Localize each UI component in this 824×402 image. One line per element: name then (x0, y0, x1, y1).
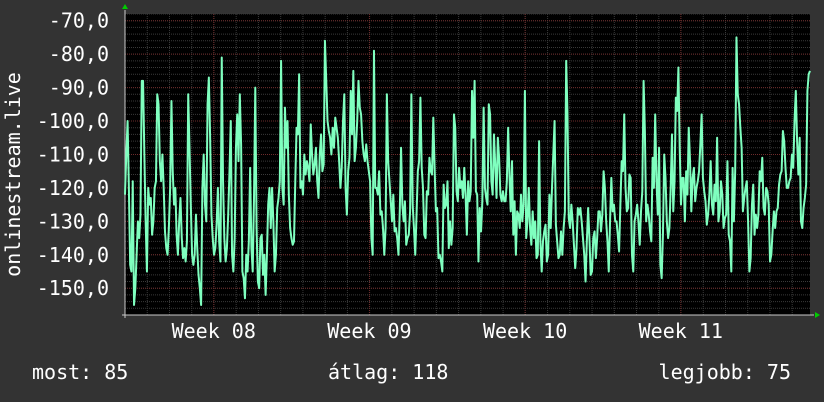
x-axis-arrow-icon (815, 312, 820, 318)
y-tick-label: -80,0 (49, 42, 109, 66)
plot-area (125, 14, 810, 315)
y-axis-arrow-icon (122, 4, 128, 9)
x-tick-labels: Week 08 Week 09 Week 10 Week 11 (172, 319, 723, 343)
x-tick-label: Week 08 (172, 319, 256, 343)
best-value: legjobb: 75 (658, 360, 791, 384)
average-value: átlag: 118 (328, 360, 449, 384)
x-tick-label: Week 11 (639, 319, 723, 343)
x-tick-label: Week 09 (327, 319, 411, 343)
y-tick-label: -110,0 (37, 142, 109, 166)
y-tick-label: -70,0 (49, 9, 109, 33)
current-value: most: 85 (32, 360, 129, 384)
y-axis-label: onlinestream.live (1, 72, 25, 277)
y-tick-label: -90,0 (49, 76, 109, 100)
stats-footer: most: 85 átlag: 118 legjobb: 75 (0, 360, 824, 390)
y-tick-label: -130,0 (37, 209, 109, 233)
y-tick-label: -100,0 (37, 109, 109, 133)
y-tick-label: -140,0 (37, 243, 109, 267)
y-tick-label: -150,0 (37, 276, 109, 300)
x-tick-label: Week 10 (483, 319, 567, 343)
chart: -70,0 -80,0 -90,0 -100,0 -110,0 -120,0 -130,0 -… (1, 4, 820, 343)
y-tick-labels: -70,0 -80,0 -90,0 -100,0 -110,0 -120,0 -130,0 -… (37, 9, 109, 301)
y-tick-label: -120,0 (37, 176, 109, 200)
